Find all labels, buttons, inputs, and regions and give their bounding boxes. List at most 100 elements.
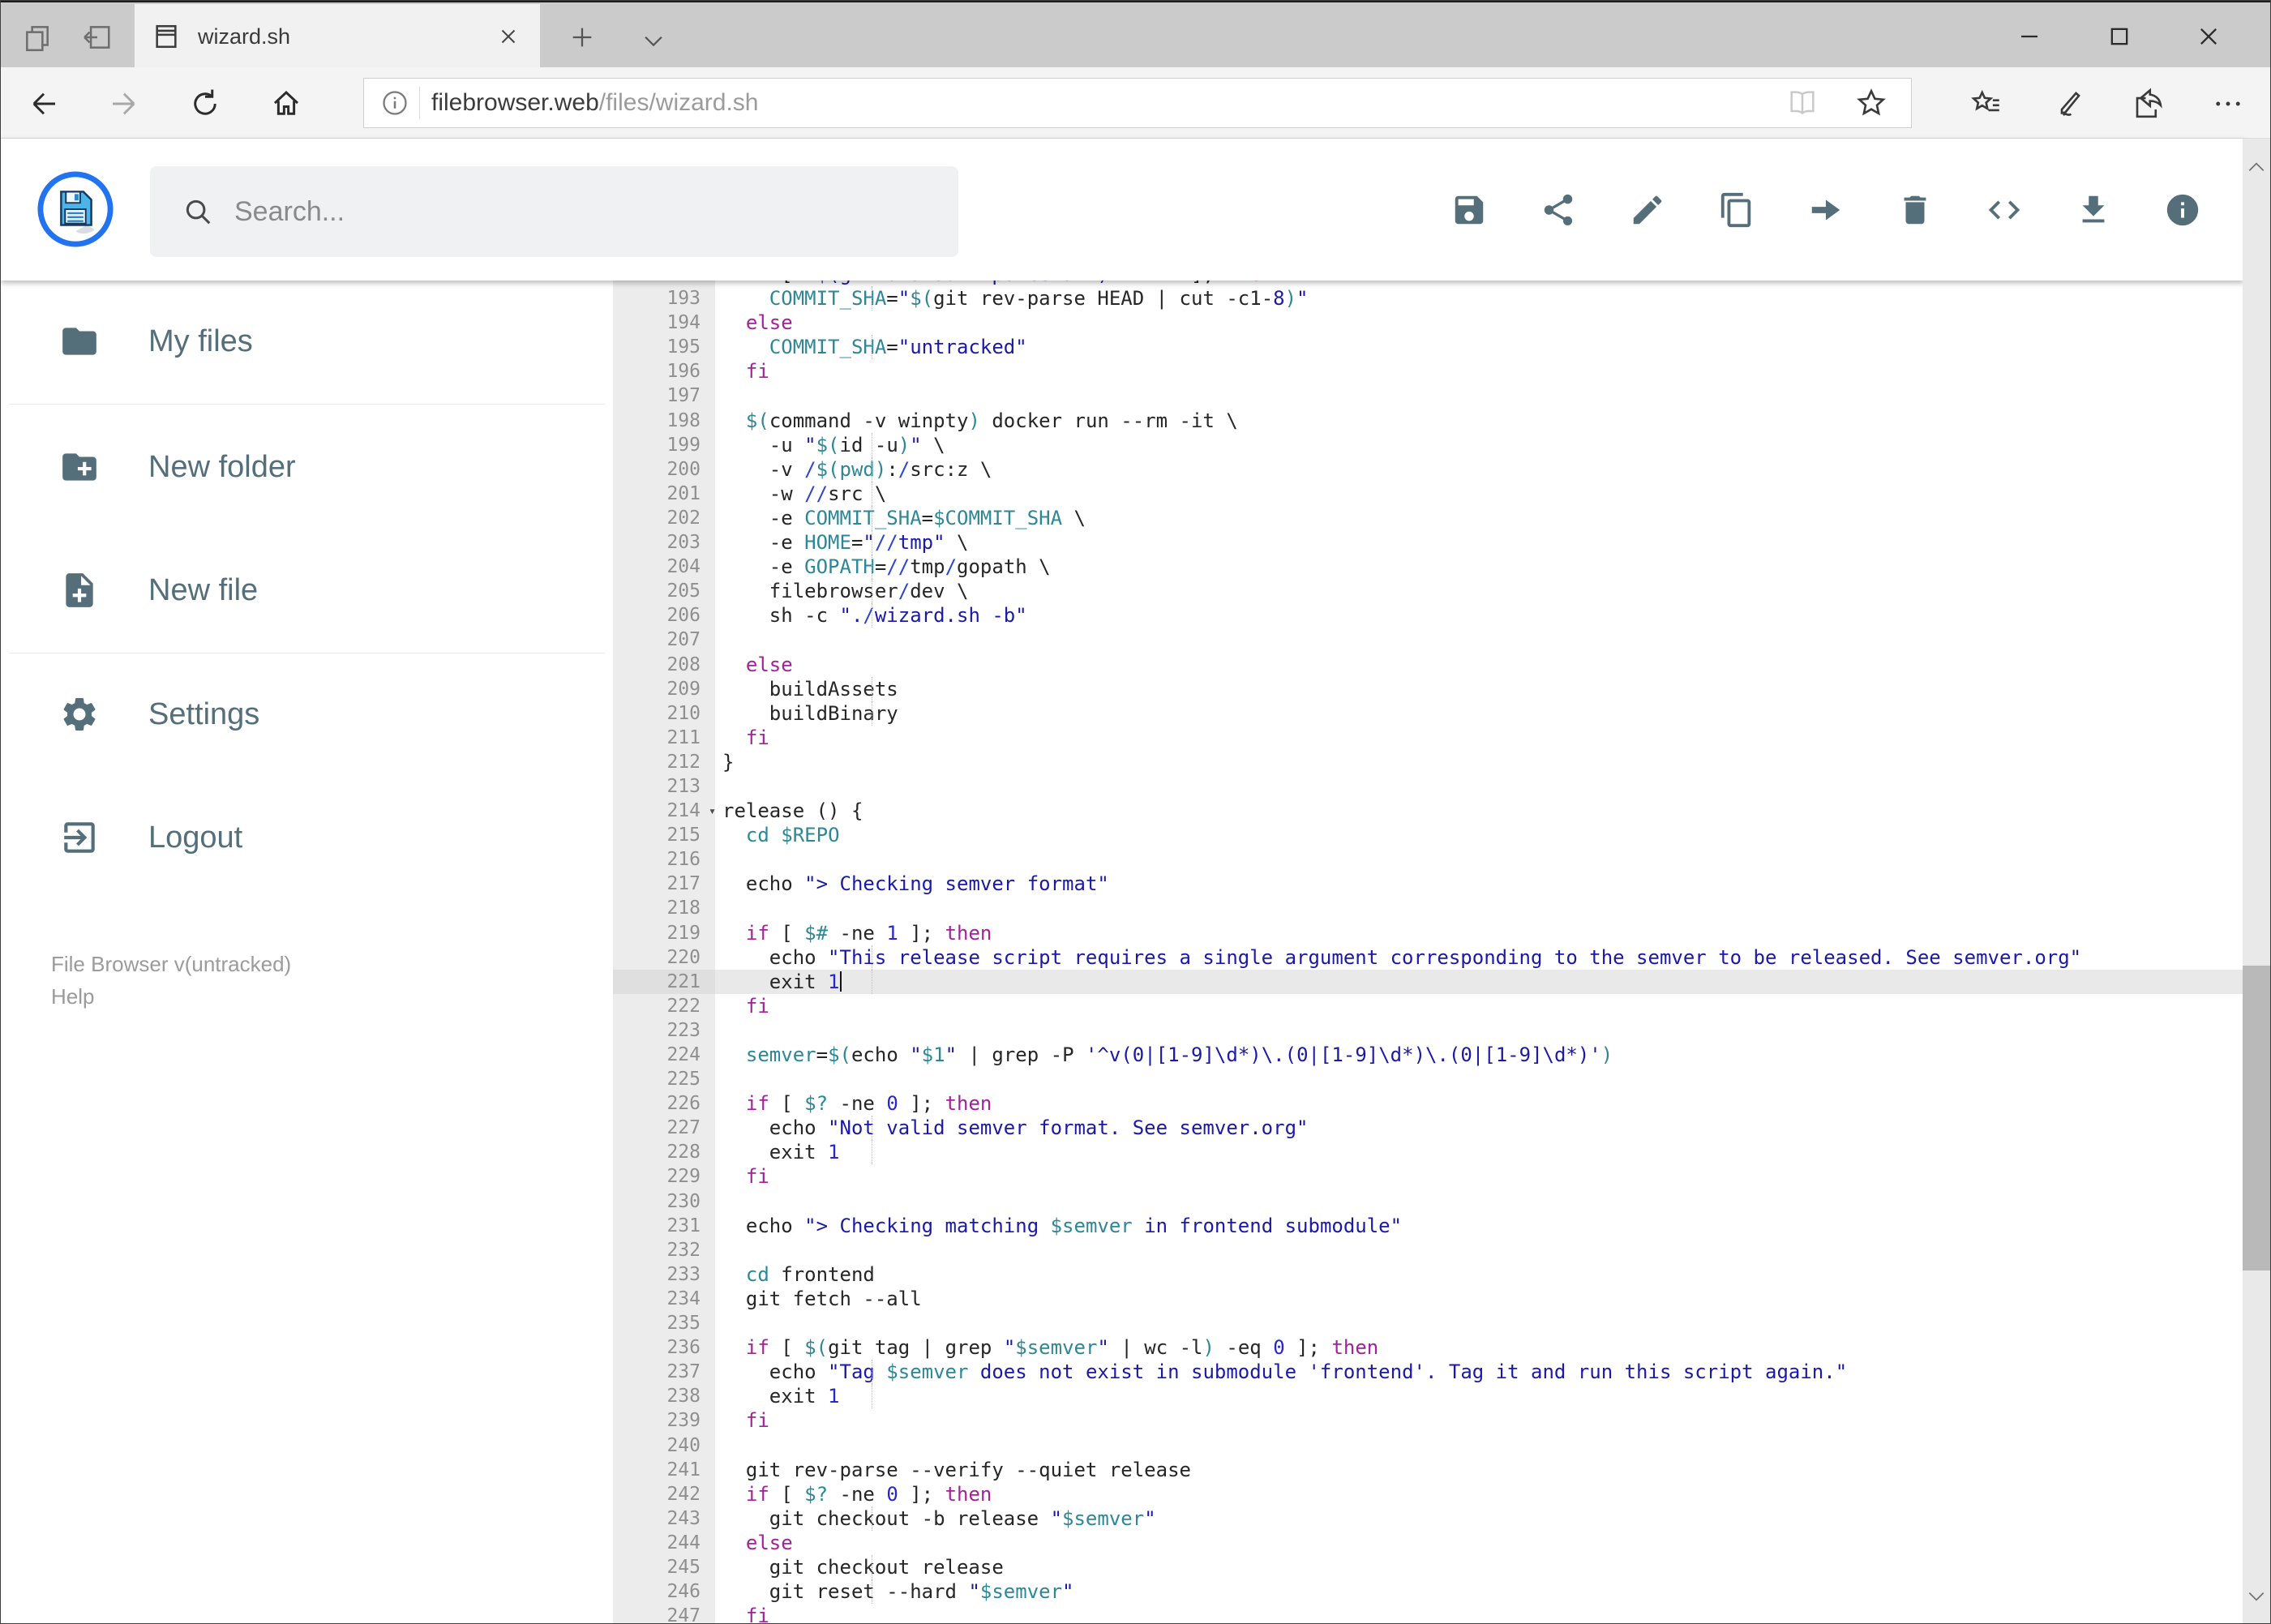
- code-line-232[interactable]: 232: [613, 1237, 2244, 1262]
- search-box[interactable]: [150, 166, 958, 257]
- code-line-238[interactable]: 238 exit 1: [613, 1384, 2244, 1409]
- code-line-229[interactable]: 229 fi: [613, 1164, 2244, 1189]
- site-info-icon[interactable]: [380, 88, 409, 118]
- code-line-202[interactable]: 202 -e COMMIT_SHA=$COMMIT_SHA \: [613, 505, 2244, 531]
- favorite-star-icon[interactable]: [1854, 86, 1888, 120]
- code-line-215[interactable]: 215 cd $REPO: [613, 823, 2244, 848]
- sidebar-item-settings[interactable]: Settings: [1, 670, 613, 759]
- code-line-211[interactable]: 211 fi: [613, 725, 2244, 750]
- code-line-239[interactable]: 239 fi: [613, 1408, 2244, 1433]
- browser-tab[interactable]: wizard.sh: [135, 4, 540, 69]
- code-line-194[interactable]: 194 else: [613, 311, 2244, 336]
- code-line-244[interactable]: 244 else: [613, 1530, 2244, 1555]
- code-line-224[interactable]: 224 semver=$(echo "$1" | grep -P '^v(0|[…: [613, 1043, 2244, 1068]
- code-line-235[interactable]: 235: [613, 1311, 2244, 1336]
- code-line-195[interactable]: 195 COMMIT_SHA="untracked": [613, 335, 2244, 360]
- share-button[interactable]: [1540, 191, 1577, 229]
- code-line-234[interactable]: 234 git fetch --all: [613, 1286, 2244, 1312]
- code-line-225[interactable]: 225: [613, 1067, 2244, 1092]
- page-scrollbar[interactable]: [2243, 139, 2270, 1623]
- sidebar-item-new-folder[interactable]: New folder: [1, 422, 613, 512]
- refresh-icon[interactable]: [188, 87, 222, 121]
- code-line-214[interactable]: 214 ▾ release () {: [613, 799, 2244, 824]
- code-line-227[interactable]: 227 echo "Not valid semver format. See s…: [613, 1116, 2244, 1141]
- forward-icon[interactable]: [107, 87, 141, 121]
- code-line-212[interactable]: 212}: [613, 749, 2244, 774]
- move-button[interactable]: [1807, 191, 1845, 229]
- sidebar-item-logout[interactable]: Logout: [1, 793, 613, 882]
- code-line-208[interactable]: 208 else: [613, 652, 2244, 677]
- code-line-246[interactable]: 246 git reset --hard "$semver": [613, 1579, 2244, 1605]
- help-link[interactable]: Help: [51, 984, 94, 1009]
- code-line-240[interactable]: 240: [613, 1433, 2244, 1458]
- code-line-192[interactable]: 192 if [ "$(git status --porcelain)" = "…: [613, 281, 2244, 287]
- code-line-237[interactable]: 237 echo "Tag $semver does not exist in …: [613, 1360, 2244, 1385]
- code-line-242[interactable]: 242 if [ $? -ne 0 ]; then: [613, 1481, 2244, 1506]
- delete-button[interactable]: [1896, 191, 1934, 229]
- back-icon[interactable]: [27, 87, 61, 121]
- minimize-button[interactable]: [2013, 20, 2046, 53]
- code-line-233[interactable]: 233 cd frontend: [613, 1262, 2244, 1287]
- set-tabs-aside-icon[interactable]: [82, 22, 113, 53]
- sidebar-item-new-file[interactable]: New file: [1, 546, 613, 635]
- reading-view-icon[interactable]: [1786, 87, 1819, 119]
- code-line-209[interactable]: 209 buildAssets: [613, 676, 2244, 701]
- close-button[interactable]: [2192, 20, 2225, 53]
- code-line-207[interactable]: 207: [613, 628, 2244, 653]
- code-line-243[interactable]: 243 git checkout -b release "$semver": [613, 1506, 2244, 1531]
- code-line-247[interactable]: 247 fi: [613, 1604, 2244, 1623]
- code-line-203[interactable]: 203 -e HOME="//tmp" \: [613, 530, 2244, 555]
- scroll-down-icon[interactable]: [2246, 1586, 2267, 1607]
- web-note-pen-icon[interactable]: [2050, 87, 2085, 121]
- code-line-193[interactable]: 193 COMMIT_SHA="$(git rev-parse HEAD | c…: [613, 286, 2244, 311]
- sidebar-item-my-files[interactable]: My files: [1, 297, 613, 386]
- info-button[interactable]: [2164, 191, 2201, 229]
- search-input[interactable]: [233, 195, 885, 229]
- more-options-icon[interactable]: [2211, 87, 2245, 121]
- code-line-200[interactable]: 200 -v /$(pwd):/src:z \: [613, 456, 2244, 482]
- code-line-197[interactable]: 197: [613, 384, 2244, 409]
- code-line-205[interactable]: 205 filebrowser/dev \: [613, 579, 2244, 604]
- code-line-213[interactable]: 213: [613, 773, 2244, 799]
- code-line-220[interactable]: 220 echo "This release script requires a…: [613, 945, 2244, 970]
- code-line-245[interactable]: 245 git checkout release: [613, 1554, 2244, 1580]
- rename-button[interactable]: [1629, 191, 1666, 229]
- share-icon[interactable]: [2132, 87, 2166, 121]
- source-code-button[interactable]: [1986, 191, 2023, 229]
- home-icon[interactable]: [269, 87, 303, 121]
- hub-favorites-icon[interactable]: [1969, 87, 2003, 121]
- code-line-218[interactable]: 218: [613, 896, 2244, 921]
- code-line-210[interactable]: 210 buildBinary: [613, 701, 2244, 726]
- code-line-216[interactable]: 216: [613, 847, 2244, 872]
- scroll-up-icon[interactable]: [2246, 156, 2267, 178]
- code-line-217[interactable]: 217 echo "> Checking semver format": [613, 872, 2244, 897]
- code-line-196[interactable]: 196 fi: [613, 359, 2244, 384]
- copy-button[interactable]: [1718, 191, 1755, 229]
- tab-preview-icon[interactable]: [22, 22, 53, 53]
- tab-close-icon[interactable]: [496, 24, 521, 49]
- download-button[interactable]: [2075, 191, 2112, 229]
- code-line-199[interactable]: 199 -u "$(id -u)" \: [613, 432, 2244, 457]
- code-line-201[interactable]: 201 -w //src \: [613, 481, 2244, 506]
- code-line-228[interactable]: 228 exit 1: [613, 1140, 2244, 1165]
- code-line-231[interactable]: 231 echo "> Checking matching $semver in…: [613, 1213, 2244, 1238]
- filebrowser-logo-icon[interactable]: [37, 171, 114, 247]
- code-line-226[interactable]: 226 if [ $? -ne 0 ]; then: [613, 1091, 2244, 1116]
- maximize-button[interactable]: [2103, 20, 2136, 53]
- code-line-219[interactable]: 219 if [ $# -ne 1 ]; then: [613, 920, 2244, 945]
- code-line-198[interactable]: 198 $(command -v winpty) docker run --rm…: [613, 408, 2244, 433]
- code-line-241[interactable]: 241 git rev-parse --verify --quiet relea…: [613, 1457, 2244, 1482]
- code-line-206[interactable]: 206 sh -c "./wizard.sh -b": [613, 603, 2244, 628]
- code-editor[interactable]: 192 if [ "$(git status --porcelain)" = "…: [613, 281, 2244, 1623]
- address-bar[interactable]: filebrowser.web/files/wizard.sh: [363, 78, 1912, 128]
- code-line-204[interactable]: 204 -e GOPATH=//tmp/gopath \: [613, 555, 2244, 580]
- code-line-222[interactable]: 222 fi: [613, 993, 2244, 1018]
- code-line-236[interactable]: 236 if [ $(git tag | grep "$semver" | wc…: [613, 1335, 2244, 1360]
- tab-list-chevron-icon[interactable]: [640, 27, 667, 54]
- code-line-221[interactable]: 221 exit 1: [613, 969, 2244, 994]
- new-tab-icon[interactable]: [568, 24, 596, 51]
- scrollbar-thumb[interactable]: [2243, 966, 2270, 1270]
- save-button[interactable]: [1450, 191, 1488, 229]
- code-line-223[interactable]: 223: [613, 1018, 2244, 1043]
- code-line-230[interactable]: 230: [613, 1189, 2244, 1214]
